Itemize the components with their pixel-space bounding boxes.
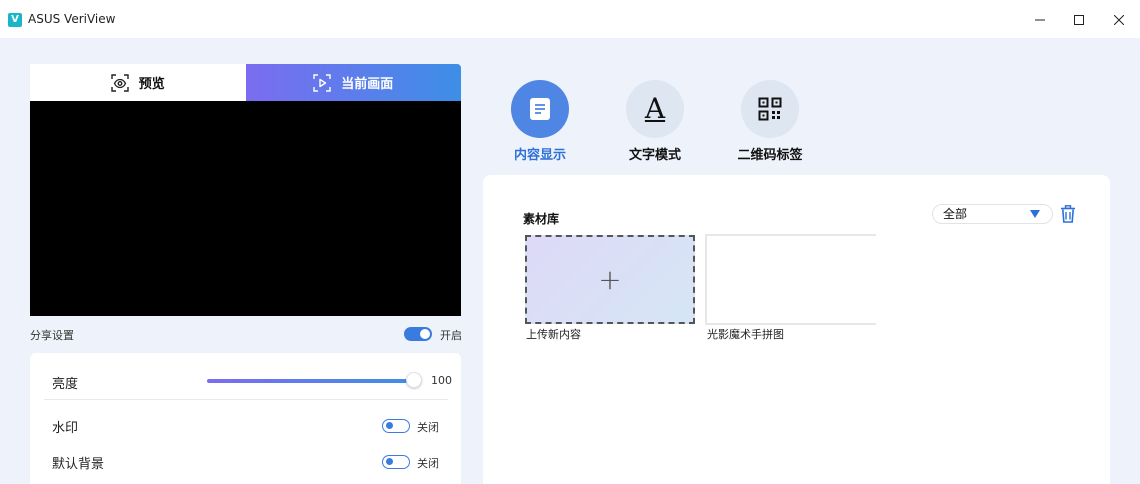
default-background-toggle[interactable] [382, 455, 410, 469]
eye-scan-icon [111, 73, 129, 92]
letter-a-icon: A [644, 92, 666, 125]
brightness-slider[interactable] [207, 379, 416, 383]
share-settings-label: 分享设置 [30, 329, 74, 342]
divider [44, 399, 448, 400]
document-icon [530, 98, 550, 120]
media-tile[interactable] [705, 234, 876, 325]
play-frame-icon [313, 73, 331, 92]
share-state-label: 开启 [440, 329, 462, 342]
mode-text-circle: A [626, 80, 684, 138]
maximize-icon [1074, 15, 1084, 25]
default-background-state-label: 关闭 [417, 457, 439, 470]
tab-current-screen-label: 当前画面 [341, 77, 394, 92]
mode-qr-label-text: 二维码标签 [737, 148, 803, 163]
window-title: ASUS VeriView [28, 12, 116, 26]
library-panel: 素材库 全部 + 上传新内容 光影魔术手拼图 [483, 175, 1110, 484]
watermark-label: 水印 [52, 421, 79, 436]
qr-code-icon [758, 97, 782, 121]
mode-qr-label[interactable]: 二维码标签 [720, 80, 820, 163]
tab-preview-label: 预览 [138, 77, 165, 92]
minimize-icon [1035, 19, 1045, 21]
close-button[interactable] [1107, 8, 1131, 32]
library-filter-select[interactable]: 全部 [932, 204, 1053, 224]
library-title: 素材库 [523, 212, 560, 226]
library-filter-value: 全部 [943, 207, 968, 221]
app-logo-icon: V [8, 13, 22, 27]
upload-label: 上传新内容 [526, 328, 581, 341]
brightness-label: 亮度 [52, 377, 79, 392]
default-background-label: 默认背景 [52, 457, 105, 472]
watermark-toggle[interactable] [382, 419, 410, 433]
watermark-state-label: 关闭 [417, 421, 439, 434]
mode-text-label: 文字模式 [628, 148, 681, 163]
delete-button[interactable] [1060, 205, 1076, 223]
dropdown-arrow-icon [1030, 210, 1040, 218]
settings-card: 亮度 100 水印 关闭 默认背景 关闭 [30, 353, 461, 484]
mode-content-display[interactable]: 内容显示 [490, 80, 590, 163]
preview-screen [30, 101, 461, 316]
mode-qr-circle [741, 80, 799, 138]
close-icon [1114, 15, 1124, 25]
mode-text[interactable]: A 文字模式 [605, 80, 705, 163]
plus-icon: + [598, 263, 622, 296]
trash-icon [1061, 205, 1075, 223]
mode-content-display-circle [511, 80, 569, 138]
share-toggle[interactable] [404, 327, 432, 341]
tab-preview[interactable]: 预览 [30, 64, 246, 101]
media-tile-label: 光影魔术手拼图 [707, 328, 784, 341]
upload-tile[interactable]: + [525, 235, 695, 324]
mode-content-display-label: 内容显示 [513, 148, 566, 163]
preview-tabs: 预览 当前画面 [30, 64, 461, 101]
brightness-slider-thumb[interactable] [406, 372, 422, 388]
minimize-button[interactable] [1028, 8, 1052, 32]
title-bar: V ASUS VeriView [0, 0, 1140, 38]
maximize-button[interactable] [1067, 8, 1091, 32]
brightness-value: 100 [431, 374, 452, 387]
tab-current-screen[interactable]: 当前画面 [245, 64, 461, 101]
